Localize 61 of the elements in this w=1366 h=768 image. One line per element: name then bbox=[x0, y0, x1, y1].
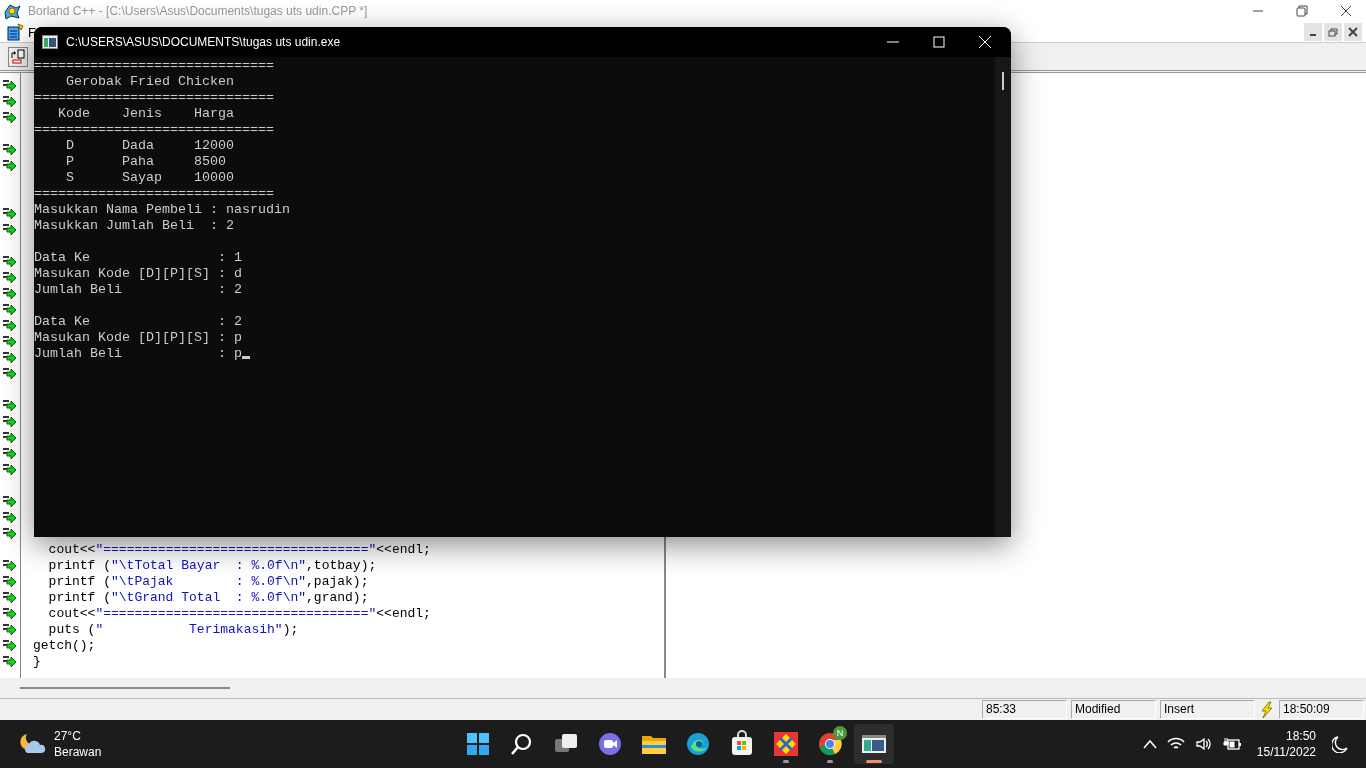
taskbar-button[interactable]: N bbox=[810, 724, 850, 764]
code-line: printf ("\tPajak : %.0f\n",pajak); bbox=[47, 574, 370, 590]
console-line: Jumlah Beli : 2 bbox=[34, 282, 242, 297]
console-line: ============================== bbox=[34, 90, 274, 105]
status-field: 85:33 bbox=[982, 700, 1067, 719]
close-icon[interactable] bbox=[977, 34, 993, 50]
console-line: Masukan Kode [D][P][S] : p bbox=[34, 330, 242, 345]
console-line: Masukan Kode [D][P][S] : d bbox=[34, 266, 242, 281]
chevron-up-icon[interactable] bbox=[1142, 739, 1157, 749]
console-line: ============================== bbox=[34, 122, 274, 137]
window-title: Borland C++ - [C:\Users\Asus\Documents\tugas uts udin.CPP *] bbox=[28, 4, 368, 18]
temperature-text: 27°C bbox=[54, 728, 82, 744]
new-file-icon bbox=[10, 48, 26, 65]
restore-icon[interactable] bbox=[1294, 3, 1310, 19]
menu-item[interactable]: F bbox=[28, 24, 36, 40]
code-line: cout<<"=================================="<<endl; bbox=[47, 542, 432, 558]
console-line: ============================== bbox=[34, 186, 274, 201]
status-field: Insert bbox=[1160, 700, 1255, 719]
console-line: Jumlah Beli : p bbox=[34, 346, 242, 361]
maximize-icon[interactable] bbox=[931, 34, 947, 50]
toolbar-button[interactable] bbox=[8, 46, 28, 67]
wifi-icon[interactable] bbox=[1166, 737, 1185, 751]
taskbar-button[interactable] bbox=[854, 724, 894, 764]
console-line: S Sayap 10000 bbox=[65, 170, 234, 185]
app-icon bbox=[772, 730, 800, 758]
console-line: P Paha 8500 bbox=[65, 154, 226, 169]
console-line: Masukkan Jumlah Beli : 2 bbox=[34, 218, 234, 233]
video-camera-icon bbox=[596, 730, 624, 758]
console-line: Kode Jenis Harga bbox=[57, 106, 234, 121]
console-line: Data Ke : 1 bbox=[34, 250, 242, 265]
code-line: } bbox=[33, 654, 42, 670]
battery-charging-icon[interactable] bbox=[1222, 737, 1241, 751]
code-line: puts (" Terimakasih"); bbox=[47, 622, 300, 638]
code-line: printf ("\tTotal Bayar : %.0f\n",totbay); bbox=[47, 558, 378, 574]
lightning-icon bbox=[1259, 700, 1275, 719]
code-line: cout<<"=================================="<<endl; bbox=[47, 606, 432, 622]
clock-time[interactable]: 18:50 bbox=[1285, 728, 1316, 744]
console-line: Masukkan Nama Pembeli : nasrudin bbox=[34, 202, 290, 217]
code-line: getch(); bbox=[33, 638, 97, 654]
weather-text: Berawan bbox=[54, 744, 102, 760]
console-icon bbox=[42, 35, 58, 49]
volume-icon[interactable] bbox=[1194, 737, 1213, 751]
status-field: 18:50:09 bbox=[1279, 700, 1364, 719]
close-icon[interactable] bbox=[1338, 3, 1354, 19]
console-line: D Dada 12000 bbox=[65, 138, 234, 153]
console-line: ============================== bbox=[34, 58, 274, 73]
scrollbar-thumb[interactable] bbox=[20, 687, 230, 689]
console-line: Data Ke : 2 bbox=[34, 314, 242, 329]
moon-icon[interactable] bbox=[1332, 735, 1348, 753]
app-icon bbox=[2, 2, 22, 20]
document-icon bbox=[6, 23, 24, 41]
status-field: Modified bbox=[1071, 700, 1156, 719]
code-line: printf ("\tGrand Total : %.0f\n",grand); bbox=[47, 590, 370, 606]
browser-icon bbox=[816, 730, 844, 758]
profile-badge: N bbox=[833, 726, 847, 740]
clock-date[interactable]: 15/11/2022 bbox=[1256, 744, 1316, 760]
window-title: C:\USERS\ASUS\DOCUMENTS\tugas uts udin.exe bbox=[66, 35, 341, 49]
start-icon bbox=[464, 730, 492, 758]
scrollbar-thumb[interactable] bbox=[1002, 72, 1004, 90]
browser-icon bbox=[684, 730, 712, 758]
console-line: Gerobak Fried Chicken bbox=[65, 74, 234, 89]
